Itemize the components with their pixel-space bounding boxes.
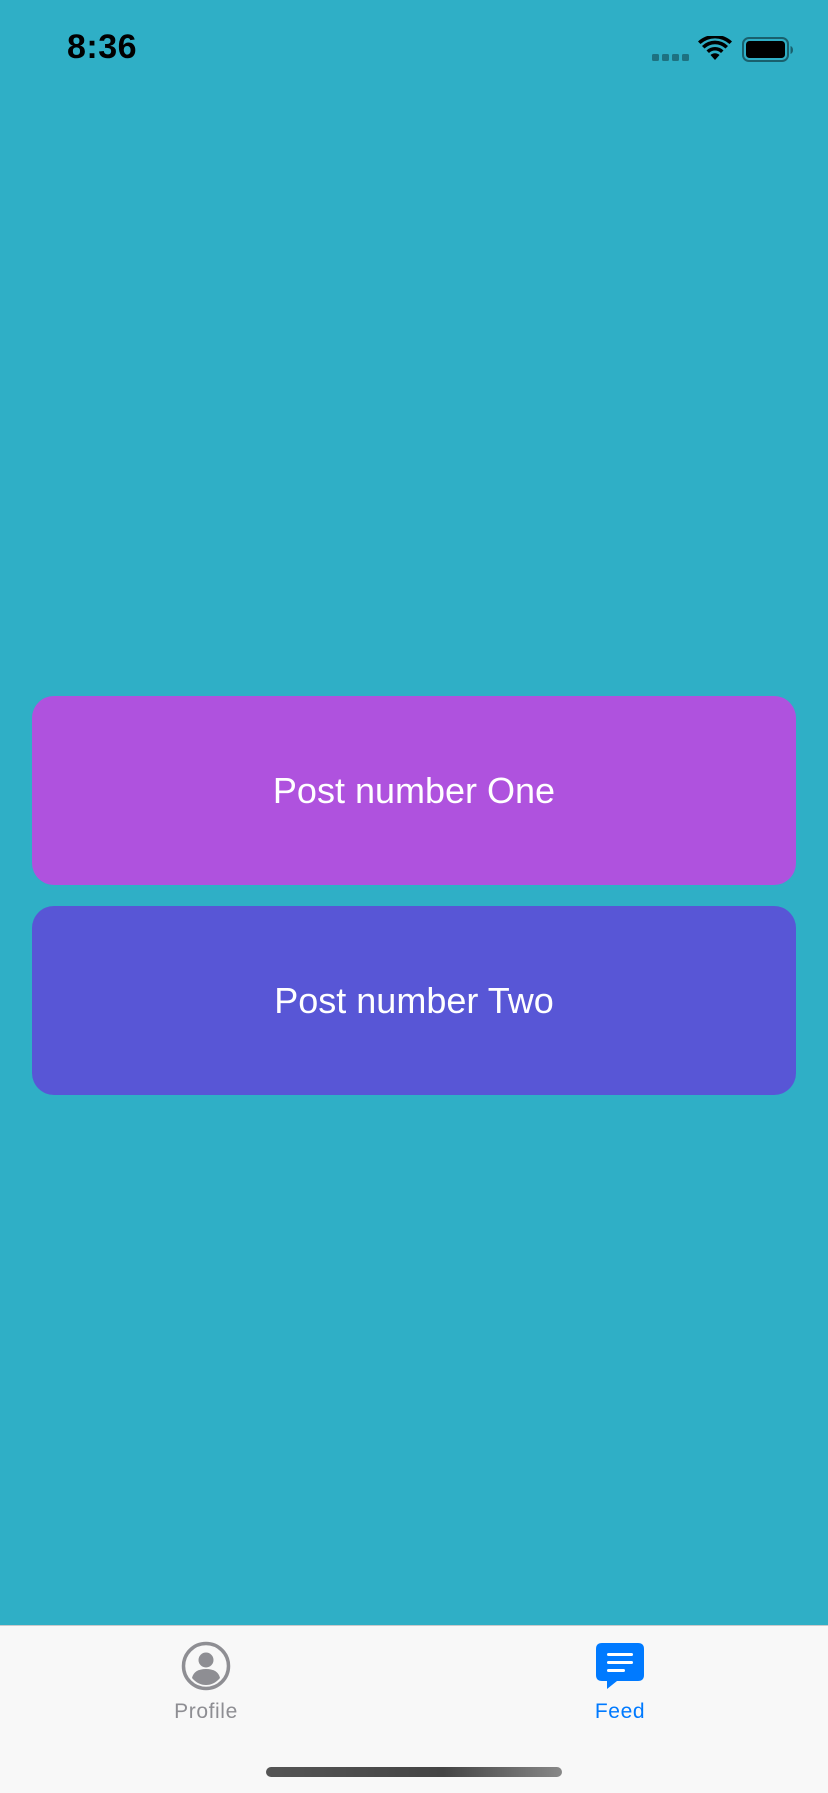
tab-bar: Profile Feed [0, 1625, 828, 1793]
person-circle-icon [181, 1641, 231, 1691]
status-bar: 8:36 [0, 0, 828, 100]
post-card-one[interactable]: Post number One [32, 696, 796, 885]
post-title: Post number Two [274, 979, 554, 1021]
wifi-icon [698, 36, 732, 60]
post-card-two[interactable]: Post number Two [32, 906, 796, 1095]
home-indicator[interactable] [266, 1767, 562, 1777]
message-bubble-icon [596, 1643, 644, 1689]
tab-feed[interactable]: Feed [550, 1640, 690, 1724]
tab-label: Profile [174, 1700, 238, 1723]
feed-list: Post number One Post number Two [32, 696, 796, 1095]
tab-label: Feed [594, 1700, 646, 1723]
tab-profile[interactable]: Profile [136, 1640, 276, 1724]
status-time: 8:36 [67, 28, 138, 66]
post-title: Post number One [272, 769, 556, 811]
battery-icon [742, 37, 793, 62]
signal-icon [652, 54, 689, 61]
